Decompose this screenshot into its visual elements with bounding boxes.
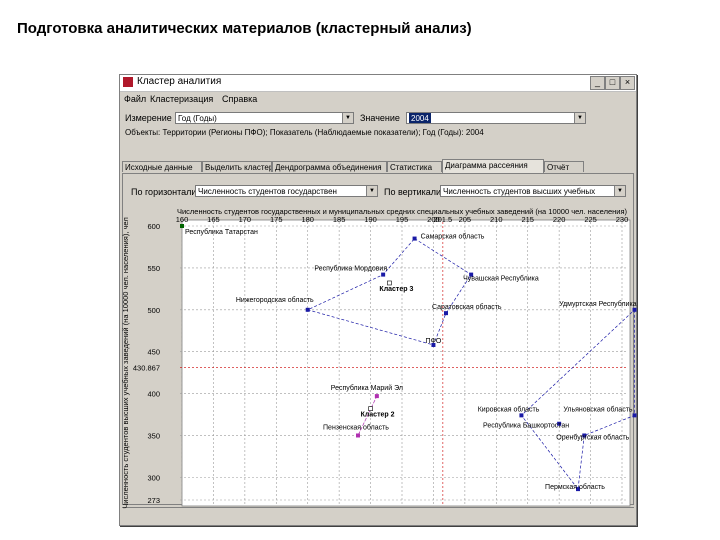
chevron-down-icon[interactable]: ▼ bbox=[342, 113, 353, 123]
x-axis-select[interactable]: Численность студентов государствен ▼ bbox=[195, 185, 378, 197]
y-axis-selector-label: По вертикали bbox=[384, 187, 442, 197]
measure-label: Измерение bbox=[125, 113, 172, 123]
tab-dendrogram[interactable]: Дендрограмма объединения bbox=[272, 161, 387, 172]
tab-report[interactable]: Отчёт bbox=[544, 161, 584, 172]
close-button[interactable]: × bbox=[620, 76, 635, 90]
value-select[interactable]: 2004 ▼ bbox=[406, 112, 586, 124]
status-bar bbox=[122, 507, 634, 522]
scatter-panel: По горизонтали Численность студентов гос… bbox=[122, 173, 634, 505]
app-icon bbox=[123, 77, 133, 87]
tab-strip: Исходные данные Выделить кластеры Дендро… bbox=[122, 159, 634, 173]
menu-help[interactable]: Справка bbox=[222, 94, 257, 104]
y-axis-select[interactable]: Численность студентов высших учебных ▼ bbox=[440, 185, 626, 197]
chevron-down-icon[interactable]: ▼ bbox=[574, 113, 585, 123]
measure-select-value: Год (Годы) bbox=[178, 114, 217, 123]
slide-title: Подготовка аналитических материалов (кла… bbox=[17, 20, 472, 37]
minimize-button[interactable]: _ bbox=[590, 76, 605, 90]
tab-statistics[interactable]: Статистика bbox=[387, 161, 442, 172]
tab-source-data[interactable]: Исходные данные bbox=[122, 161, 202, 172]
x-axis-selector-label: По горизонтали bbox=[131, 187, 197, 197]
objects-description: Объекты: Территории (Регионы ПФО); Показ… bbox=[125, 128, 484, 137]
title-bar[interactable]: Кластер аналития _ □ × bbox=[120, 75, 636, 92]
y-axis-select-value: Численность студентов высших учебных bbox=[443, 187, 596, 196]
value-select-value: 2004 bbox=[409, 113, 431, 123]
window-title: Кластер аналития bbox=[137, 76, 222, 87]
chevron-down-icon[interactable]: ▼ bbox=[366, 186, 377, 196]
menu-bar: Файл Кластеризация Справка bbox=[120, 93, 636, 106]
measure-select[interactable]: Год (Годы) ▼ bbox=[175, 112, 354, 124]
menu-clustering[interactable]: Кластеризация bbox=[150, 94, 213, 104]
value-label: Значение bbox=[360, 113, 400, 123]
menu-file[interactable]: Файл bbox=[124, 94, 146, 104]
app-window: Кластер аналития _ □ × Файл Кластеризаци… bbox=[119, 74, 637, 526]
tab-select-clusters[interactable]: Выделить кластеры bbox=[202, 161, 272, 172]
chevron-down-icon[interactable]: ▼ bbox=[614, 186, 625, 196]
maximize-button[interactable]: □ bbox=[605, 76, 620, 90]
x-axis-select-value: Численность студентов государствен bbox=[198, 187, 337, 196]
tab-scatter[interactable]: Диаграмма рассеяния bbox=[442, 159, 544, 173]
